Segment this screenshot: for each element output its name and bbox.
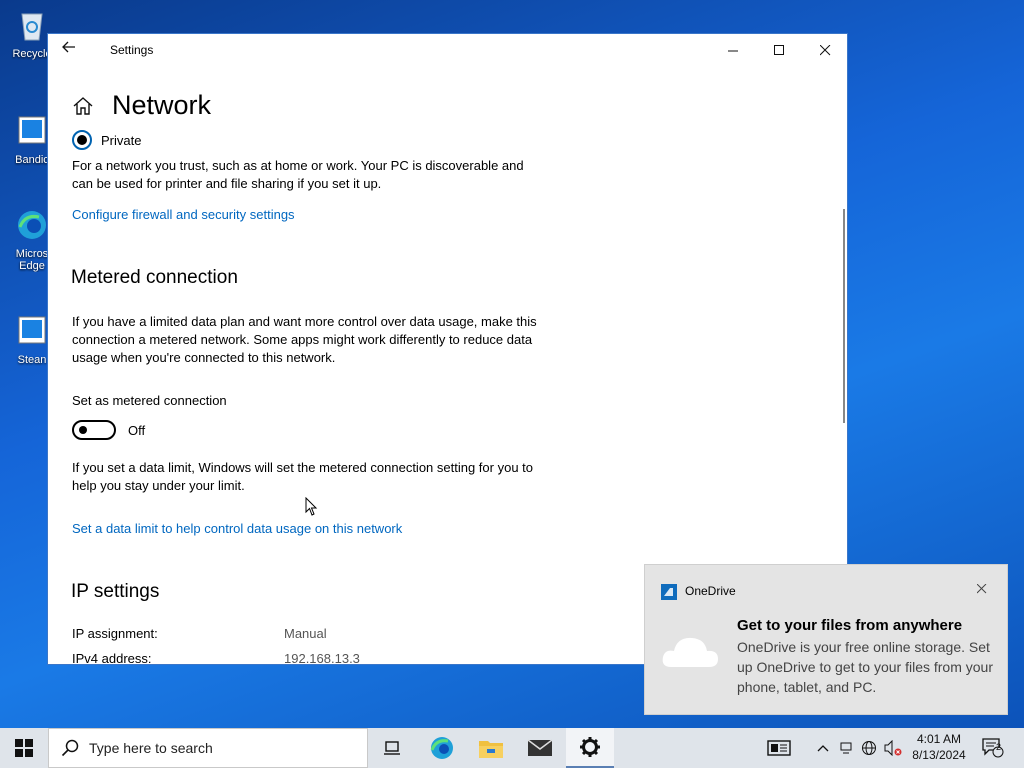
notification-count: 2 bbox=[996, 742, 1002, 752]
ip-settings-heading: IP settings bbox=[71, 581, 160, 602]
search-placeholder: Type here to search bbox=[89, 740, 213, 756]
task-view-button[interactable] bbox=[368, 728, 416, 768]
windows-logo-icon bbox=[15, 739, 33, 757]
task-view-icon bbox=[384, 741, 400, 755]
taskbar-file-explorer[interactable] bbox=[467, 728, 515, 768]
tray-device-button[interactable] bbox=[836, 728, 856, 768]
ipv4-address-value: 192.168.13.3 bbox=[284, 651, 360, 665]
app-shortcut-icon bbox=[18, 116, 46, 144]
volume-tray-button[interactable] bbox=[882, 728, 904, 768]
private-description: For a network you trust, such as at home… bbox=[72, 158, 524, 191]
recycle-bin-icon bbox=[21, 13, 43, 41]
mouse-cursor-icon bbox=[305, 497, 318, 516]
maximize-icon bbox=[773, 44, 784, 55]
home-icon[interactable] bbox=[72, 95, 94, 117]
taskbar: Type here to search 4:01 AM 8/13/2024 2 bbox=[0, 728, 1024, 768]
clock-date: 8/13/2024 bbox=[912, 748, 966, 762]
app-shortcut-icon bbox=[18, 316, 46, 344]
metered-heading: Metered connection bbox=[71, 267, 238, 288]
radio-private-label: Private bbox=[101, 132, 142, 148]
metered-toggle[interactable] bbox=[72, 420, 116, 440]
chevron-up-icon bbox=[817, 745, 829, 752]
taskbar-clock[interactable]: 4:01 AM 8/13/2024 bbox=[906, 731, 972, 763]
ipv4-address-key: IPv4 address: bbox=[72, 651, 152, 665]
title-bar: Settings bbox=[48, 34, 847, 66]
data-limit-link[interactable]: Set a data limit to help control data us… bbox=[72, 521, 402, 536]
news-widget-button[interactable] bbox=[762, 728, 796, 768]
clock-time: 4:01 AM bbox=[916, 732, 962, 746]
search-icon bbox=[61, 739, 79, 757]
start-button[interactable] bbox=[0, 728, 48, 768]
back-button[interactable] bbox=[62, 40, 82, 60]
onedrive-app-icon bbox=[661, 584, 677, 600]
edge-icon bbox=[430, 737, 453, 759]
edge-icon bbox=[18, 211, 46, 239]
ip-assignment-key: IP assignment: bbox=[72, 626, 158, 641]
metered-description: If you have a limited data plan and want… bbox=[72, 314, 537, 365]
close-button[interactable] bbox=[802, 34, 847, 66]
mail-icon bbox=[527, 739, 553, 756]
taskbar-mail[interactable] bbox=[516, 728, 564, 768]
minimize-icon bbox=[727, 50, 738, 51]
notification-close-button[interactable] bbox=[976, 582, 987, 597]
taskbar-settings[interactable] bbox=[566, 728, 614, 768]
firewall-settings-link[interactable]: Configure firewall and security settings bbox=[72, 207, 295, 222]
window-title: Settings bbox=[110, 43, 154, 57]
cloud-icon bbox=[662, 637, 718, 667]
folder-icon bbox=[479, 741, 503, 758]
globe-network-icon bbox=[862, 741, 876, 755]
onedrive-notification[interactable]: OneDrive Get to your files from anywhere… bbox=[644, 564, 1008, 715]
scrollbar[interactable] bbox=[843, 209, 845, 423]
gear-icon bbox=[580, 737, 600, 757]
show-hidden-icons-button[interactable] bbox=[812, 728, 834, 768]
network-tray-button[interactable] bbox=[858, 728, 880, 768]
close-icon bbox=[819, 44, 830, 55]
close-icon bbox=[976, 583, 987, 594]
device-icon bbox=[840, 742, 852, 754]
notification-app-name: OneDrive bbox=[685, 584, 736, 598]
arrow-left-icon bbox=[62, 41, 75, 53]
data-limit-description: If you set a data limit, Windows will se… bbox=[72, 460, 533, 493]
maximize-button[interactable] bbox=[756, 34, 802, 66]
action-center-button[interactable]: 2 bbox=[978, 728, 1008, 768]
radio-button[interactable] bbox=[72, 130, 92, 150]
news-icon bbox=[767, 740, 791, 756]
taskbar-edge[interactable] bbox=[418, 728, 466, 768]
page-title: Network bbox=[112, 90, 212, 120]
taskbar-search-box[interactable]: Type here to search bbox=[48, 728, 368, 768]
volume-muted-icon bbox=[884, 740, 902, 756]
metered-toggle-state: Off bbox=[128, 423, 146, 438]
notification-body: OneDrive is your free online storage. Se… bbox=[737, 639, 993, 695]
page-header: Network bbox=[72, 90, 211, 121]
metered-toggle-label: Set as metered connection bbox=[72, 393, 227, 408]
notification-title: Get to your files from anywhere bbox=[737, 617, 963, 634]
radio-private[interactable]: Private bbox=[72, 130, 141, 150]
minimize-button[interactable] bbox=[710, 34, 756, 66]
ip-assignment-value: Manual bbox=[284, 626, 327, 641]
